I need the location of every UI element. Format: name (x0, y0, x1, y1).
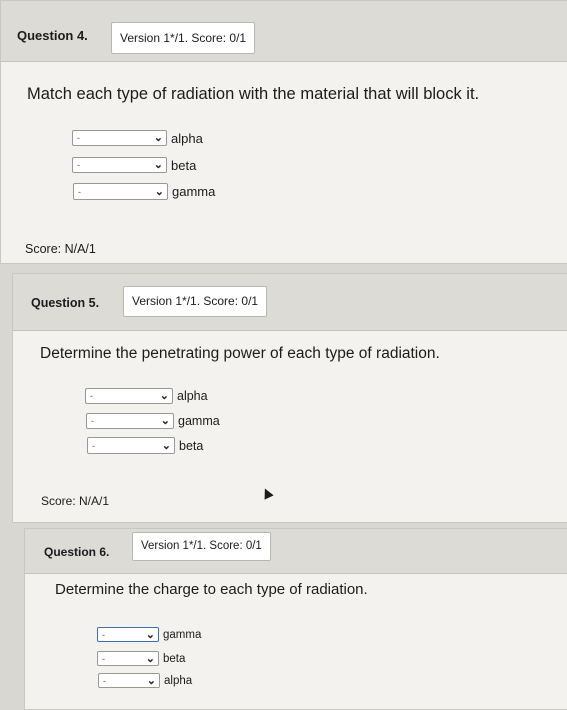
question-5-select-3[interactable]: - ⌄ (87, 437, 175, 454)
question-5-option-label-1: alpha (177, 389, 208, 403)
question-6-version-badge: Version 1*/1. Score: 0/1 (132, 532, 271, 561)
question-6-option-label-1: gamma (163, 628, 202, 641)
question-5-version-badge: Version 1*/1. Score: 0/1 (123, 286, 268, 317)
select-value: - (78, 186, 81, 197)
question-6-card: Question 6. Version 1*/1. Score: 0/1 Det… (24, 528, 567, 710)
chevron-down-icon: ⌄ (159, 389, 169, 402)
select-value: - (103, 675, 106, 686)
question-6-select-2[interactable]: - ⌄ (97, 651, 159, 666)
chevron-down-icon: ⌄ (154, 185, 164, 198)
question-6-row-2: - ⌄ beta (97, 651, 185, 666)
question-5-select-2[interactable]: - ⌄ (86, 413, 174, 429)
question-4-row-2: - ⌄ beta (72, 157, 196, 173)
chevron-down-icon: ⌄ (160, 414, 170, 427)
question-4-score: Score: N/A/1 (25, 242, 96, 256)
select-value: - (77, 133, 80, 143)
chevron-down-icon: ⌄ (145, 628, 155, 641)
question-4-card: Question 4. Version 1*/1. Score: 0/1 Mat… (0, 0, 567, 264)
question-4-select-3[interactable]: - ⌄ (73, 183, 168, 200)
question-6-row-1: - ⌄ gamma (97, 627, 201, 642)
question-4-row-1: - ⌄ alpha (72, 130, 203, 146)
question-5-prompt: Determine the penetrating power of each … (40, 345, 440, 362)
select-value: - (91, 416, 94, 426)
question-4-option-label-1: alpha (171, 130, 203, 146)
question-6-label: Question 6. (44, 545, 110, 559)
question-5-option-label-2: gamma (178, 414, 220, 428)
question-5-label: Question 5. (31, 296, 100, 310)
question-4-prompt: Match each type of radiation with the ma… (27, 85, 480, 103)
question-5-row-2: - ⌄ gamma (86, 413, 220, 429)
question-4-label: Question 4. (17, 28, 88, 43)
question-4-row-3: - ⌄ gamma (73, 183, 215, 200)
question-4-version-badge: Version 1*/1. Score: 0/1 (111, 22, 256, 54)
question-5-select-1[interactable]: - ⌄ (85, 388, 173, 404)
question-6-select-3[interactable]: - ⌄ (98, 673, 160, 688)
select-value: - (102, 629, 105, 640)
chevron-down-icon: ⌄ (161, 439, 171, 452)
select-value: - (102, 653, 105, 664)
select-value: - (77, 160, 80, 170)
question-6-row-3: - ⌄ alpha (98, 673, 192, 688)
chevron-down-icon: ⌄ (153, 131, 163, 144)
question-5-card: Question 5. Version 1*/1. Score: 0/1 Det… (12, 273, 567, 523)
question-4-option-label-3: gamma (172, 184, 216, 199)
question-5-row-3: - ⌄ beta (87, 437, 203, 454)
chevron-down-icon: ⌄ (145, 652, 155, 665)
question-4-select-2[interactable]: - ⌄ (72, 157, 167, 173)
question-6-option-label-3: alpha (164, 674, 193, 687)
select-value: - (92, 440, 95, 451)
question-6-prompt: Determine the charge to each type of rad… (55, 581, 368, 598)
question-6-select-1[interactable]: - ⌄ (97, 627, 159, 642)
question-6-option-label-2: beta (163, 652, 186, 665)
question-5-header: Question 5. Version 1*/1. Score: 0/1 (13, 274, 567, 331)
question-5-option-label-3: beta (179, 438, 204, 453)
question-5-row-1: - ⌄ alpha (85, 388, 208, 404)
chevron-down-icon: ⌄ (146, 674, 156, 687)
question-4-select-1[interactable]: - ⌄ (72, 130, 167, 146)
chevron-down-icon: ⌄ (153, 158, 163, 171)
question-5-score: Score: N/A/1 (41, 494, 110, 508)
question-6-header: Question 6. Version 1*/1. Score: 0/1 (25, 529, 567, 574)
question-4-header: Question 4. Version 1*/1. Score: 0/1 (1, 1, 567, 62)
select-value: - (90, 391, 93, 401)
question-4-option-label-2: beta (171, 157, 197, 173)
